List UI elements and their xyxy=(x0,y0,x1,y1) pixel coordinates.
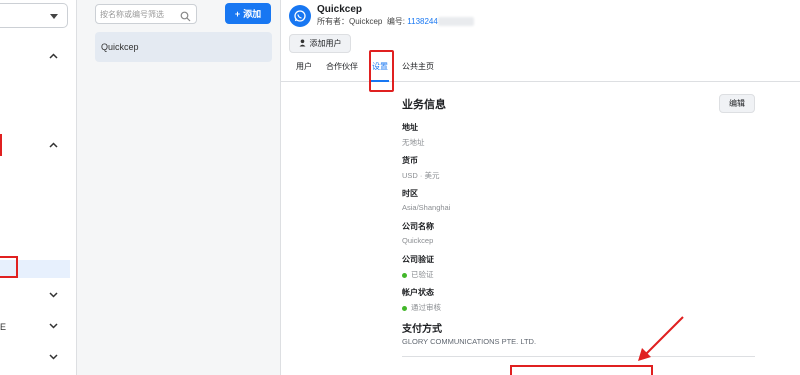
verification-status: 已验证 xyxy=(411,270,434,279)
tab-partners[interactable]: 合作伙伴 xyxy=(326,62,358,82)
divider xyxy=(402,356,755,357)
edit-button[interactable]: 编辑 xyxy=(719,94,755,113)
owner-label: 所有者： xyxy=(317,17,349,26)
field-account-status: 帐户状态 通过审核 xyxy=(402,287,441,313)
search-icon[interactable] xyxy=(180,9,191,22)
owner-value: Quickcep xyxy=(349,17,383,26)
settings-content: 业务信息 编辑 地址 无地址 货币 USD · 美元 时区 Asia/Shang… xyxy=(281,83,800,375)
highlight-box xyxy=(0,256,18,278)
account-list-panel: + 添加 Quickcep xyxy=(77,0,281,375)
highlight-box xyxy=(510,365,653,375)
field-label: 帐户状态 xyxy=(402,288,434,297)
field-value: USD · 美元 xyxy=(402,171,440,180)
nav-item-label: E xyxy=(0,322,7,332)
field-label: 货币 xyxy=(402,156,418,165)
field-value: Quickcep xyxy=(402,236,434,245)
field-label: 公司名称 xyxy=(402,222,434,231)
field-currency: 货币 USD · 美元 xyxy=(402,155,440,181)
caret-down-icon xyxy=(50,14,58,19)
add-button-label: 添加 xyxy=(243,9,262,19)
user-icon xyxy=(299,39,307,49)
payment-method-title: 支付方式 xyxy=(402,324,442,335)
add-button[interactable]: + 添加 xyxy=(225,3,271,24)
field-value: 通过审核 xyxy=(402,302,441,313)
list-item[interactable]: Quickcep xyxy=(95,32,272,62)
account-meta: 所有者：Quickcep 编号: 1138244 xyxy=(317,16,474,27)
payment-method-value: GLORY COMMUNICATIONS PTE. LTD. xyxy=(402,337,537,346)
search-box[interactable] xyxy=(95,4,197,24)
left-nav: E xyxy=(0,0,77,375)
account-name: Quickcep xyxy=(317,4,363,15)
add-user-label: 添加用户 xyxy=(309,39,342,48)
plus-icon: + xyxy=(234,8,241,19)
field-company-name: 公司名称 Quickcep xyxy=(402,221,434,245)
field-timezone: 时区 Asia/Shanghai xyxy=(402,188,450,212)
field-address: 地址 无地址 xyxy=(402,122,425,148)
add-user-button[interactable]: 添加用户 xyxy=(289,34,351,53)
section-title: 业务信息 xyxy=(402,99,446,111)
status-dot-icon xyxy=(402,305,407,311)
red-arrow-annotation xyxy=(635,315,685,368)
search-input[interactable] xyxy=(100,7,178,22)
chevron-down-icon[interactable] xyxy=(49,352,58,361)
chevron-up-icon[interactable] xyxy=(49,141,58,150)
chevron-down-icon[interactable] xyxy=(49,321,58,330)
account-status: 通过审核 xyxy=(411,303,441,312)
field-label: 公司验证 xyxy=(402,255,434,264)
whatsapp-icon xyxy=(289,5,311,27)
redacted-blur xyxy=(437,17,474,27)
account-id: 1138244 xyxy=(407,17,438,26)
main-panel: Quickcep 所有者：Quickcep 编号: 1138244 添加用户 用… xyxy=(281,0,800,375)
field-company-verification: 公司验证 已验证 xyxy=(402,254,434,280)
tab-public-pages[interactable]: 公共主页 xyxy=(402,62,434,82)
field-value: 无地址 xyxy=(402,138,425,147)
field-value: Asia/Shanghai xyxy=(402,203,451,212)
business-selector[interactable] xyxy=(0,3,68,28)
id-label: 编号: xyxy=(386,17,406,26)
highlight-box xyxy=(0,134,2,156)
chevron-down-icon[interactable] xyxy=(49,290,58,299)
chevron-up-icon[interactable] xyxy=(49,52,58,61)
account-header: Quickcep 所有者：Quickcep 编号: 1138244 添加用户 用… xyxy=(281,0,800,92)
status-dot-icon xyxy=(402,272,407,278)
field-value: 已验证 xyxy=(402,269,434,280)
field-label: 时区 xyxy=(402,189,418,198)
tab-users[interactable]: 用户 xyxy=(296,62,312,82)
field-label: 地址 xyxy=(402,123,418,132)
